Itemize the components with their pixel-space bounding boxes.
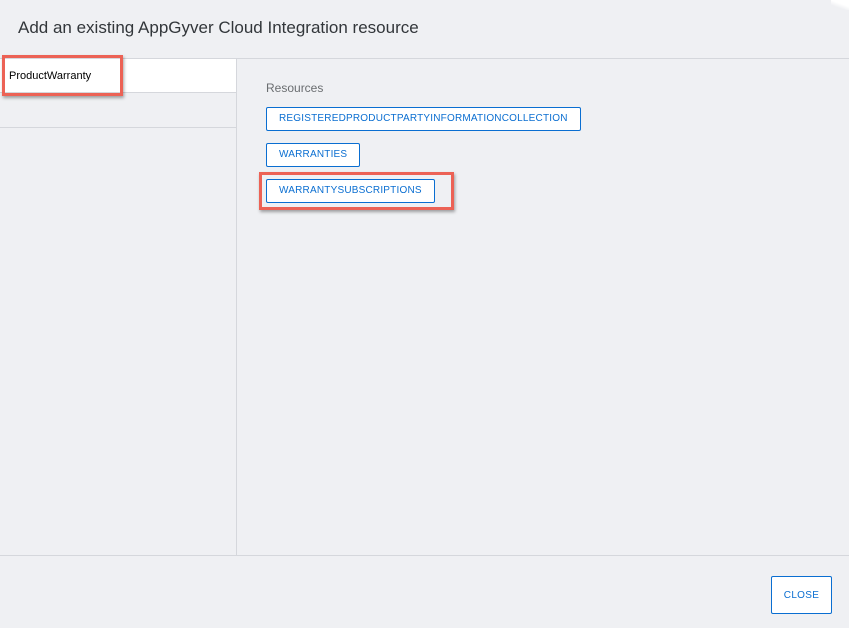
list-divider — [0, 127, 236, 128]
dialog-footer: CLOSE — [0, 555, 849, 628]
resources-heading: Resources — [266, 81, 324, 95]
integration-item-label: ProductWarranty — [9, 70, 92, 82]
dialog: Add an existing AppGyver Cloud Integrati… — [0, 0, 849, 628]
resource-button-warranties[interactable]: WARRANTIES — [266, 143, 361, 167]
resource-button-warrantysubscriptions[interactable]: WARRANTYSUBSCRIPTIONS — [266, 179, 435, 203]
dialog-header: Add an existing AppGyver Cloud Integrati… — [0, 0, 849, 59]
dialog-title: Add an existing AppGyver Cloud Integrati… — [18, 18, 419, 37]
integration-item-productwarranty[interactable]: ProductWarranty — [0, 59, 236, 93]
resource-button-registeredproductpartyinformationcollection[interactable]: REGISTEREDPRODUCTPARTYINFORMATIONCOLLECT… — [266, 107, 581, 131]
integration-list: ProductWarranty — [0, 59, 237, 555]
close-button[interactable]: CLOSE — [771, 576, 832, 614]
resources-panel: Resources REGISTEREDPRODUCTPARTYINFORMAT… — [237, 59, 849, 555]
